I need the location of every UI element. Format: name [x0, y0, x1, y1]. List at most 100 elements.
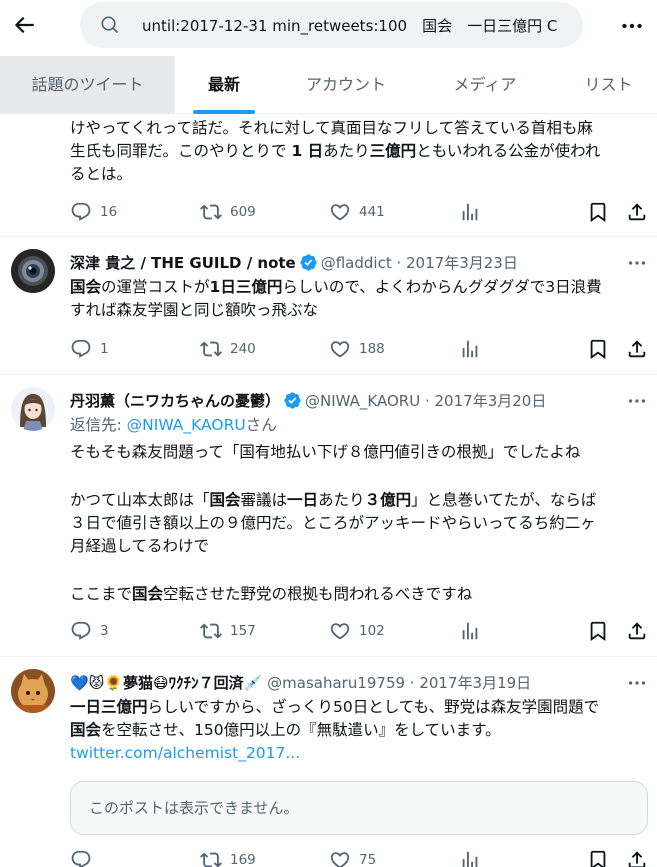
cat-avatar-image: [11, 669, 55, 713]
tweet-text-line: 国会の運営コストが1日三億円らしいので、よくわからんグダグダで3日浪費: [70, 276, 648, 299]
search-input[interactable]: [142, 2, 578, 48]
views-icon: [462, 851, 478, 867]
back-arrow-icon[interactable]: [11, 12, 37, 38]
highlight-term: 国会: [70, 721, 102, 739]
tab-media[interactable]: メディア: [430, 56, 540, 114]
name-emoji: 💙😾🌻: [70, 674, 123, 692]
reply-icon: [71, 850, 91, 867]
tweet-actions: 3 157 102: [70, 619, 650, 643]
tweet-text: 国会の運営コストが1日三億円らしいので、よくわからんグダグダで3日浪費 すれば森…: [70, 276, 648, 322]
retweet-count: 240: [230, 341, 256, 357]
avatar[interactable]: [11, 669, 55, 713]
tab-latest[interactable]: 最新: [175, 56, 273, 114]
text-span: けやってくれって話だ。それに対して真面目なフリして答えている首相も麻: [70, 119, 593, 137]
tweet[interactable]: 深津 貴之 / THE GUILD / note @fladdict · 2017…: [0, 237, 657, 375]
tab-top[interactable]: 話題のツイート: [0, 56, 175, 114]
quoted-post-unavailable[interactable]: このポストは表示できません。: [70, 781, 648, 835]
active-tab-indicator: [193, 110, 255, 114]
reply-count: 3: [100, 623, 109, 639]
tweet-text-line: 国会を空転させ、150億円以上の『無駄遣い』をしています。: [70, 719, 648, 742]
tweet-text: 返信先: @NIWA_KAORUさん そもそも森友問題って「国有地払い下げ８億円…: [70, 414, 648, 606]
retweet-icon: [200, 204, 222, 220]
more-options-icon[interactable]: [626, 390, 648, 412]
handle-and-date[interactable]: @fladdict · 2017年3月23日: [321, 254, 518, 272]
bookmark-icon: [590, 202, 606, 223]
tweet-text: けやってくれって話だ。それに対して真面目なフリして答えている首相も麻 生氏も同罪…: [70, 117, 648, 186]
handle-and-date[interactable]: @NIWA_KAORU · 2017年3月20日: [305, 392, 546, 410]
text-span: ともいわれる公金が使われ: [416, 142, 601, 160]
reply-suffix: さん: [245, 416, 277, 434]
tweet-text-line: ３日で値引き額以上の９億円だ。ところがアッキードやらいってるち約二ヶ: [70, 512, 648, 535]
text-span: を空転させ、150億円以上の『無駄遣い』をしています。: [101, 721, 501, 739]
heart-icon: [330, 341, 350, 358]
tweet-text-line: るとは。: [70, 163, 648, 186]
illustrated-avatar-image: [11, 387, 55, 431]
like-count: 102: [359, 623, 385, 639]
highlight-term: 一日: [287, 491, 319, 509]
verified-badge-icon: [284, 392, 301, 409]
search-tabs: 話題のツイート 最新 アカウント メディア リスト: [0, 56, 657, 114]
avatar[interactable]: [11, 387, 55, 431]
more-options-icon[interactable]: [619, 13, 645, 39]
share-icon: [628, 340, 646, 358]
text-span: 生氏も同罪だ。このやりとりで: [70, 142, 292, 160]
handle-and-date[interactable]: @masaharu19759 · 2017年3月19日: [267, 674, 531, 692]
share-icon: [628, 851, 646, 867]
reply-prefix: 返信先:: [70, 416, 127, 434]
views-icon: [462, 340, 478, 358]
views-icon: [462, 622, 478, 640]
more-options-icon[interactable]: [626, 252, 648, 274]
reply-icon: [71, 621, 91, 640]
display-name[interactable]: 深津 貴之 / THE GUILD / note: [70, 254, 296, 272]
reply-icon: [71, 202, 91, 221]
tweet[interactable]: けやってくれって話だ。それに対して真面目なフリして答えている首相も麻 生氏も同罪…: [0, 115, 657, 237]
retweet-count: 157: [230, 623, 256, 639]
text-span: ここまで: [70, 585, 133, 603]
tweet[interactable]: 丹羽薫（ニワカちゃんの憂鬱） @NIWA_KAORU · 2017年3月20日 返…: [0, 375, 657, 657]
tweet-text-line: 一日三億円らしいですから、ざっくり50日としても、野党は森友学園問題で: [70, 696, 648, 719]
reply-icon: [71, 339, 91, 358]
verified-badge-icon: [300, 254, 317, 271]
more-options-icon[interactable]: [626, 672, 648, 694]
tab-lists[interactable]: リスト: [560, 56, 657, 114]
tweet[interactable]: 💙😾🌻夢猫😷ﾜｸﾁﾝ７回済💉 @masaharu19759 · 2017年3月1…: [0, 657, 657, 867]
reply-count: 1: [100, 341, 109, 357]
reply-count: 16: [100, 204, 118, 220]
name-text: 夢猫: [123, 674, 154, 692]
text-span: らしいですから、ざっくり50日としても、野党は森友学園問題で: [147, 698, 600, 716]
tweet-text-line: ここまで国会空転させた野党の根拠も問われるべきですね: [70, 583, 648, 606]
quoted-post-message: このポストは表示できません。: [89, 799, 299, 817]
retweet-icon: [200, 852, 222, 867]
highlight-term: 1日三億円: [209, 278, 283, 296]
display-name[interactable]: 丹羽薫（ニワカちゃんの憂鬱）: [70, 392, 280, 410]
tweet-link[interactable]: twitter.com/alchemist_2017...: [70, 744, 300, 762]
display-name[interactable]: 💙😾🌻夢猫😷ﾜｸﾁﾝ７回済💉: [70, 674, 262, 692]
retweet-icon: [200, 341, 222, 357]
text-span: 空転させた野党の根拠も問われるべきですね: [163, 585, 473, 603]
tab-latest-label: 最新: [207, 75, 240, 94]
search-box[interactable]: [80, 2, 583, 48]
tweet-text-line: そもそも森友問題って「国有地払い下げ８億円値引きの根拠」でしたよね: [70, 441, 648, 464]
highlight-term: 一日三億円: [70, 698, 148, 716]
avatar[interactable]: [11, 249, 55, 293]
name-emoji: 😷: [153, 674, 169, 692]
tweet-actions: 1 240 188: [70, 337, 650, 361]
tab-accounts[interactable]: アカウント: [286, 56, 406, 114]
reply-context: 返信先: @NIWA_KAORUさん: [70, 414, 648, 437]
tweet-header: 💙😾🌻夢猫😷ﾜｸﾁﾝ７回済💉 @masaharu19759 · 2017年3月1…: [70, 672, 531, 694]
highlight-term: 1 日: [291, 142, 324, 160]
text-span: 」と息巻いてたが、ならば: [411, 491, 597, 509]
tweet-text: 一日三億円らしいですから、ざっくり50日としても、野党は森友学園問題で 国会を空…: [70, 696, 648, 765]
retweet-count: 609: [230, 204, 256, 220]
bookmark-icon: [590, 339, 606, 360]
reply-to-handle[interactable]: @NIWA_KAORU: [127, 416, 246, 434]
highlight-term: 三億円: [369, 142, 417, 160]
top-bar: [0, 0, 657, 53]
tweet-text-line: 月経過してるわけで: [70, 535, 648, 558]
tweet-text-line: かつて山本太郎は「国会審議は一日あたり３億円」と息巻いてたが、ならば: [70, 489, 648, 512]
retweet-count: 169: [230, 852, 256, 867]
tweet-actions: 16 609 441: [70, 200, 650, 224]
highlight-term: 国会: [70, 278, 102, 296]
like-count: 75: [359, 852, 377, 867]
heart-icon: [330, 204, 350, 221]
